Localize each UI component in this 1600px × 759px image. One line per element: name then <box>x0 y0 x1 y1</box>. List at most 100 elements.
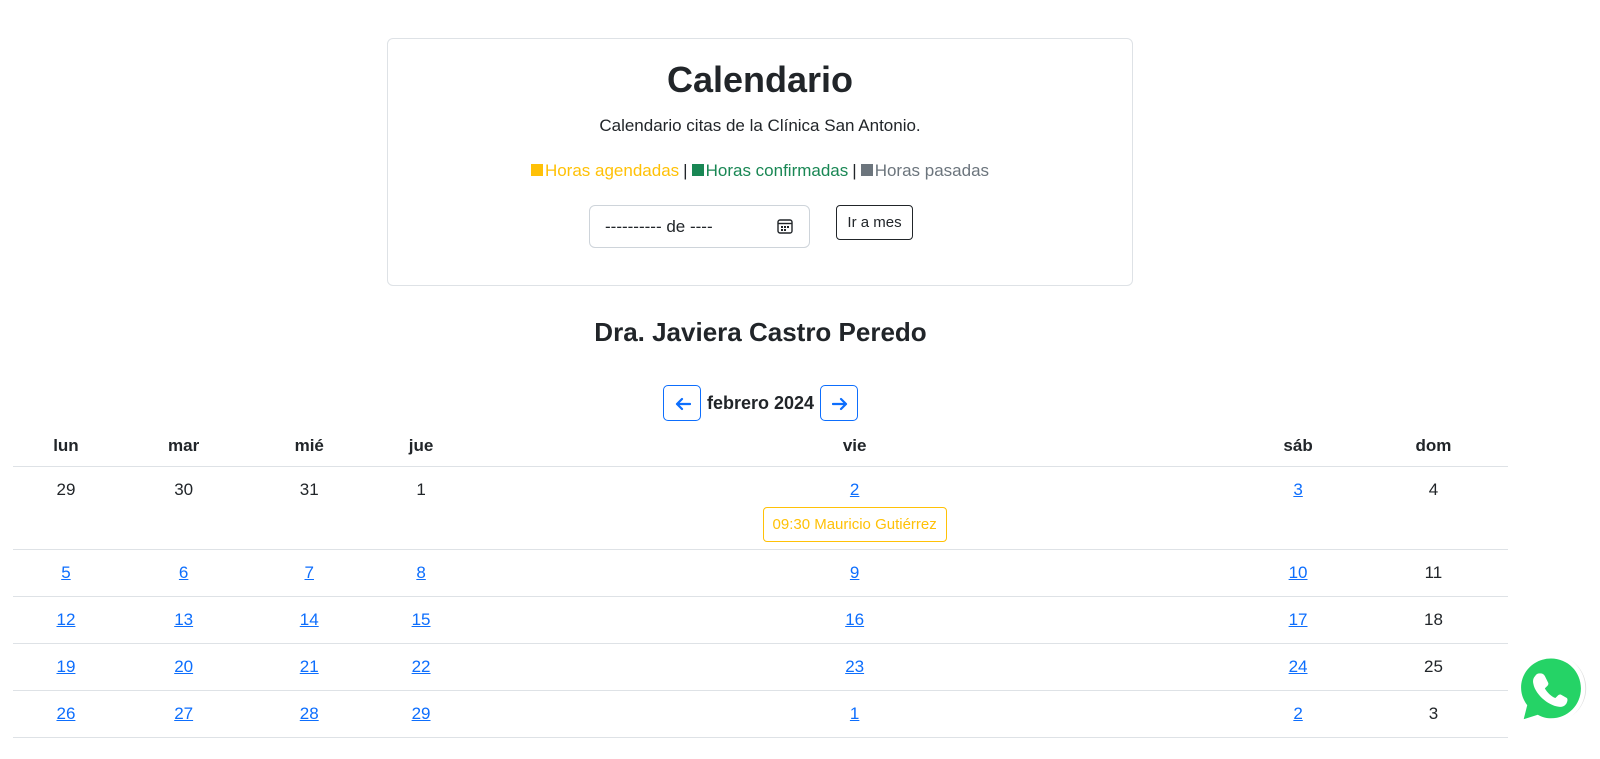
day-cell: 9 <box>472 549 1238 597</box>
day-cell: 14 <box>248 596 371 644</box>
day-cell: 3 <box>1237 466 1359 550</box>
day-cell: 28 <box>248 690 371 738</box>
day-link[interactable]: 28 <box>300 703 319 725</box>
day-number: 11 <box>1424 563 1443 582</box>
day-link[interactable]: 26 <box>56 703 75 725</box>
day-cell: 29 <box>13 466 119 550</box>
day-cell: 27 <box>118 690 249 738</box>
day-cell: 15 <box>370 596 473 644</box>
day-number: 3 <box>1428 704 1439 723</box>
weekday-header: sáb <box>1237 425 1359 467</box>
day-link[interactable]: 15 <box>412 609 431 631</box>
day-link[interactable]: 12 <box>56 609 75 631</box>
day-link[interactable]: 5 <box>61 562 70 584</box>
day-number: 18 <box>1423 610 1443 629</box>
day-link[interactable]: 3 <box>1293 479 1302 501</box>
weekday-header: mar <box>118 425 249 467</box>
go-to-month-button[interactable]: Ir a mes <box>836 205 913 240</box>
day-link[interactable]: 20 <box>174 656 193 678</box>
day-cell: 19 <box>13 643 119 691</box>
day-cell: 18 <box>1358 596 1508 644</box>
day-link[interactable]: 7 <box>305 562 314 584</box>
day-cell: 25 <box>1358 643 1508 691</box>
day-link[interactable]: 21 <box>300 656 319 678</box>
day-cell: 13 <box>118 596 249 644</box>
day-link[interactable]: 1 <box>850 703 859 725</box>
day-link[interactable]: 23 <box>845 656 864 678</box>
day-link[interactable]: 27 <box>174 703 193 725</box>
day-cell: 16 <box>472 596 1238 644</box>
legend-scheduled: Horas agendadas <box>544 161 680 180</box>
day-cell: 10 <box>1237 549 1359 597</box>
past-square-icon <box>860 163 873 176</box>
week-row: 12 13 14 15 16 17 18 <box>13 596 1508 644</box>
day-link[interactable]: 6 <box>179 562 188 584</box>
day-link[interactable]: 2 <box>850 479 859 501</box>
confirmed-square-icon <box>691 163 704 176</box>
scheduled-square-icon <box>530 163 543 176</box>
day-cell: 5 <box>13 549 119 597</box>
day-cell: 30 <box>118 466 249 550</box>
day-cell: 24 <box>1237 643 1359 691</box>
week-row: 29 30 31 1 2 09:30 Mauricio Gutiérrez 3 4 <box>13 466 1508 550</box>
day-cell: 1 <box>472 690 1238 738</box>
weekday-header: vie <box>472 425 1238 467</box>
page-description: Calendario citas de la Clínica San Anton… <box>599 116 921 135</box>
appointment-badge[interactable]: 09:30 Mauricio Gutiérrez <box>762 507 947 542</box>
day-cell: 21 <box>248 643 371 691</box>
day-link[interactable]: 22 <box>412 656 431 678</box>
month-input-value: ---------- de ---- <box>605 217 713 236</box>
day-link[interactable]: 13 <box>174 609 193 631</box>
day-link[interactable]: 19 <box>56 656 75 678</box>
day-cell: 29 <box>370 690 473 738</box>
week-row: 26 27 28 29 1 2 3 <box>13 690 1508 738</box>
day-link[interactable]: 29 <box>412 703 431 725</box>
day-cell: 17 <box>1237 596 1359 644</box>
calendar-grid: lun mar mié jue vie sáb dom 29 30 31 1 2 09:3… <box>13 425 1508 738</box>
legend-separator: | <box>683 161 688 180</box>
week-row: 5 6 7 8 9 10 11 <box>13 549 1508 597</box>
day-cell: 11 <box>1358 549 1508 597</box>
prev-month-button[interactable] <box>662 385 701 422</box>
status-legend: Horas agendadas | Horas confirmadas | Horas … <box>388 159 1132 183</box>
day-link[interactable]: 2 <box>1293 703 1302 725</box>
day-cell: 2 09:30 Mauricio Gutiérrez <box>472 466 1238 550</box>
day-cell: 31 <box>248 466 371 550</box>
calendar-icon[interactable] <box>777 218 793 234</box>
day-number: 31 <box>299 480 319 499</box>
weekday-header: jue <box>370 425 473 467</box>
day-link[interactable]: 10 <box>1289 562 1308 584</box>
day-link[interactable]: 17 <box>1289 609 1308 631</box>
day-cell: 20 <box>118 643 249 691</box>
day-number: 29 <box>56 480 76 499</box>
day-cell: 2 <box>1237 690 1359 738</box>
month-input[interactable]: ---------- de ---- <box>589 205 810 248</box>
page-title: Calendario <box>666 59 854 100</box>
day-link[interactable]: 8 <box>416 562 425 584</box>
weekday-header-row: lun mar mié jue vie sáb dom <box>13 425 1508 467</box>
day-link[interactable]: 24 <box>1289 656 1308 678</box>
day-number: 4 <box>1428 480 1439 499</box>
weekday-header: lun <box>13 425 119 467</box>
arrow-left-icon <box>675 398 691 411</box>
day-link[interactable]: 14 <box>300 609 319 631</box>
day-number: 25 <box>1423 657 1443 676</box>
day-cell: 8 <box>370 549 473 597</box>
weekday-header: mié <box>248 425 371 467</box>
whatsapp-icon[interactable] <box>1507 647 1595 735</box>
week-row: 19 20 21 22 23 24 25 <box>13 643 1508 691</box>
day-cell: 23 <box>472 643 1238 691</box>
legend-confirmed: Horas confirmadas <box>705 161 849 180</box>
day-cell: 6 <box>118 549 249 597</box>
day-cell: 12 <box>13 596 119 644</box>
day-cell: 4 <box>1358 466 1508 550</box>
day-cell: 7 <box>248 549 371 597</box>
calendar-header-card: Calendario Calendario citas de la Clínic… <box>387 38 1133 286</box>
next-month-button[interactable] <box>820 385 859 422</box>
legend-past: Horas pasadas <box>874 161 990 180</box>
day-link[interactable]: 16 <box>845 609 864 631</box>
day-cell: 1 <box>370 466 473 550</box>
weekday-header: dom <box>1358 425 1508 467</box>
day-link[interactable]: 9 <box>850 562 859 584</box>
day-number: 30 <box>174 480 194 499</box>
